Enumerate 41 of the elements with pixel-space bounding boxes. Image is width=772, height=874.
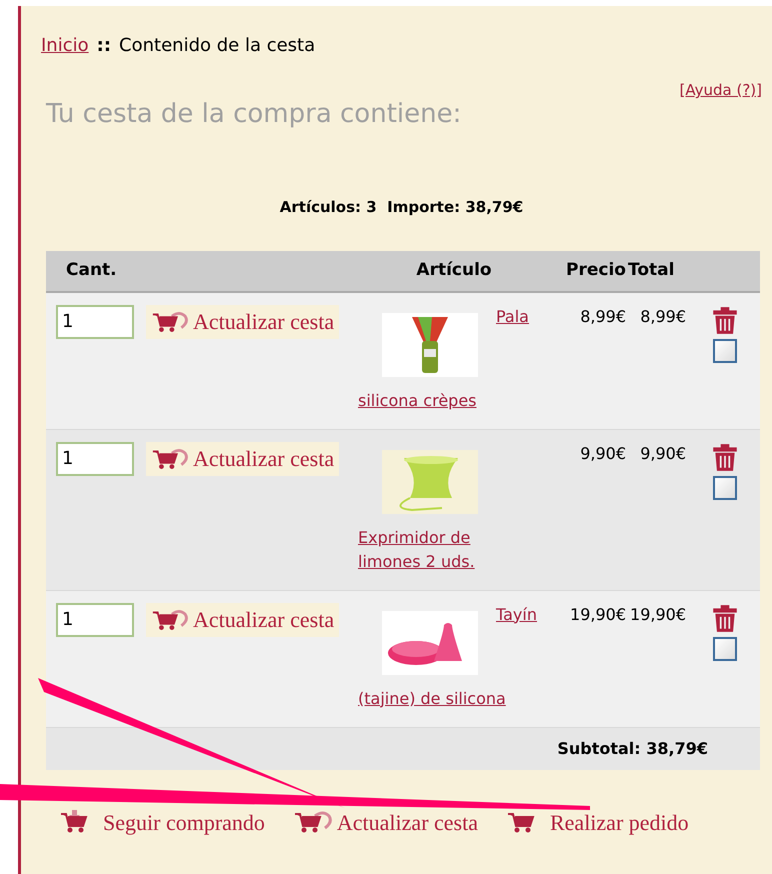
price-cell-text: 8,99€ [579,306,626,328]
quantity-field[interactable]: 1 [56,602,134,636]
total-cell-text: 19,90€ [629,604,687,626]
update-cart-button[interactable]: Actualizar cesta [146,602,340,636]
price-cell-text: 19,90€ [569,604,626,626]
continue-shopping-link[interactable]: Seguir comprando [59,806,265,838]
product-link[interactable]: (tajine) de silicona [358,686,508,710]
column-header: Total [627,258,676,282]
price-cell-text: 9,90€ [579,442,626,464]
cart-arrow-icon [151,446,189,470]
product-link[interactable]: Pala [496,304,529,328]
cart-arrow-icon [151,608,189,632]
trash-icon[interactable] [712,304,738,334]
update-cart-button[interactable]: Actualizar cesta [146,304,340,338]
subtotal-text: Subtotal: 38,79€ [557,738,708,760]
remove-checkbox[interactable] [713,636,737,660]
update-cart-link[interactable]: Actualizar cesta [292,806,478,838]
trash-icon[interactable] [712,442,738,472]
column-header: Cant. [65,258,118,282]
remove-checkbox[interactable] [713,476,737,500]
help-link[interactable]: [Ayuda (?)] [680,79,762,102]
total-cell-text: 9,90€ [639,442,687,464]
checkout-link[interactable]: Realizar pedido [506,806,689,838]
breadcrumb-separator: :: [96,34,112,58]
product-link[interactable]: silicona crèpes [358,388,508,412]
quantity-field[interactable]: 1 [56,442,134,476]
product-link[interactable]: Tayín [496,602,537,626]
product-link[interactable]: Exprimidor de limones 2 uds. [358,526,508,574]
breadcrumb-current: Contenido de la cesta [119,34,316,58]
trash-icon[interactable] [712,602,738,632]
cart-arrow-icon [292,809,333,835]
cart-summary: Artículos: 3 Importe: 38,79€ [278,197,524,218]
column-header: Artículo [415,258,493,282]
home-link[interactable]: Inicio [41,32,89,59]
remove-checkbox[interactable] [713,338,737,362]
cart-arrow-icon [151,310,189,334]
update-cart-button[interactable]: Actualizar cesta [146,442,340,476]
page-heading: Tu cesta de la compra contiene: [46,98,462,131]
quantity-field[interactable]: 1 [56,304,134,338]
column-header: Precio [565,258,626,282]
total-cell-text: 8,99€ [639,306,687,328]
